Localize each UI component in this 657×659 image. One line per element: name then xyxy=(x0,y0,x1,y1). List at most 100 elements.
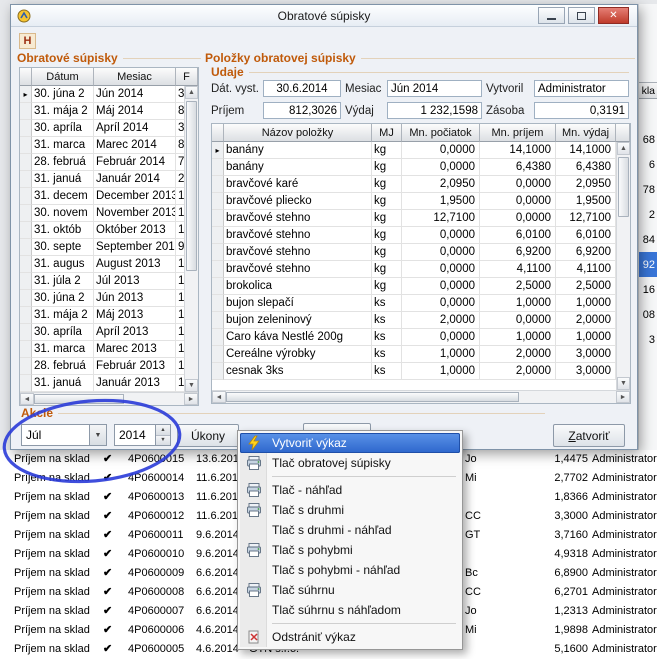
prijem-field[interactable]: 812,3026 xyxy=(263,102,341,119)
column-header-f[interactable]: F xyxy=(176,68,198,86)
scrollbar-thumb[interactable] xyxy=(226,392,519,402)
column-header-nazov[interactable]: Názov položky xyxy=(224,124,372,142)
column-header-mj[interactable]: MJ xyxy=(372,124,402,142)
table-row[interactable]: 31. decem December 2013 1 xyxy=(20,188,198,205)
scrollbar-track[interactable] xyxy=(226,391,616,403)
table-row[interactable]: banány kg 0,0000 6,4380 6,4380 xyxy=(212,159,630,176)
table-row[interactable]: brokolica kg 0,0000 2,5000 2,5000 xyxy=(212,278,630,295)
table-row[interactable]: 30. apríla Apríl 2013 1 xyxy=(20,324,198,341)
scroll-up-icon[interactable]: ▲ xyxy=(617,142,630,155)
printer-icon xyxy=(246,582,262,598)
table-row[interactable]: ▸ banány kg 0,0000 14,1000 14,1000 xyxy=(212,142,630,159)
table-row[interactable]: cesnak 3ks ks 1,0000 2,0000 3,0000 xyxy=(212,363,630,380)
column-header-mesiac[interactable]: Mesiac xyxy=(94,68,176,86)
menu-item-tlac-s-pohybmi[interactable]: Tlač s pohybmi xyxy=(240,540,460,560)
amount-cell: 3,3000 xyxy=(528,507,588,526)
cell-datum: 31. decem xyxy=(32,188,94,205)
scrollbar-track[interactable] xyxy=(34,393,184,405)
column-header-vydaj[interactable]: Mn. výdaj xyxy=(556,124,616,142)
menu-item-tlac-nahlad[interactable]: Tlač - náhľad xyxy=(240,480,460,500)
ukony-button[interactable]: Úkony xyxy=(177,424,239,447)
vertical-scrollbar[interactable]: ▲ ▼ xyxy=(616,142,630,390)
table-row[interactable]: 31. augus August 2013 1 xyxy=(20,256,198,273)
scroll-down-icon[interactable]: ▼ xyxy=(185,379,198,392)
menu-item-tlac-s-druhmi-nahlad[interactable]: Tlač s druhmi - náhľad xyxy=(240,520,460,540)
table-row[interactable]: 31. októb Október 2013 1 xyxy=(20,222,198,239)
vydaj-field[interactable]: 1 232,1598 xyxy=(387,102,482,119)
table-row[interactable]: 31. marca Marec 2013 1 xyxy=(20,341,198,358)
spin-down-icon[interactable]: ▼ xyxy=(156,435,170,446)
menu-item-tlac-suhrnu[interactable]: Tlač súhrnu xyxy=(240,580,460,600)
menu-item-tlac-obratovej-supisky[interactable]: Tlač obratovej súpisky xyxy=(240,453,460,473)
doc-number-cell: 4P0600011 xyxy=(128,526,183,545)
table-row[interactable]: 28. februá Február 2014 7 xyxy=(20,154,198,171)
table-row[interactable]: bravčové karé kg 2,0950 0,0000 2,0950 xyxy=(212,176,630,193)
table-row[interactable]: bravčové stehno kg 0,0000 6,0100 6,0100 xyxy=(212,227,630,244)
scroll-down-icon[interactable]: ▼ xyxy=(617,377,630,390)
menu-item-vytvorit-vykaz[interactable]: Vytvoriť výkaz xyxy=(240,433,460,453)
mesiac-field[interactable]: Jún 2014 xyxy=(387,80,482,97)
table-row[interactable]: Cereálne výrobky ks 1,0000 2,0000 3,0000 xyxy=(212,346,630,363)
h-toolbar-button[interactable]: H xyxy=(19,33,36,49)
menu-item-odstranit-vykaz[interactable]: Odstrániť výkaz xyxy=(240,627,460,647)
chevron-down-icon[interactable]: ▼ xyxy=(89,425,106,445)
scrollbar-thumb[interactable] xyxy=(186,101,197,271)
table-row[interactable]: Caro káva Nestlé 200g ks 0,0000 1,0000 1… xyxy=(212,329,630,346)
column-header-pociatok[interactable]: Mn. počiatok xyxy=(402,124,480,142)
cell-vydaj: 1,9500 xyxy=(556,193,616,210)
menu-item-tlac-s-druhmi[interactable]: Tlač s druhmi xyxy=(240,500,460,520)
cell-prijem: 0,0000 xyxy=(480,312,556,329)
column-header-datum[interactable]: Dátum xyxy=(32,68,94,86)
vytvoril-field[interactable]: Administrator xyxy=(534,80,629,97)
cell-prijem: 14,1000 xyxy=(480,142,556,159)
table-row[interactable]: bravčové stehno kg 0,0000 4,1100 4,1100 xyxy=(212,261,630,278)
scroll-left-icon[interactable]: ◄ xyxy=(212,391,226,403)
table-row[interactable]: ▸ 30. júna 2 Jún 2014 3 xyxy=(20,86,198,103)
scroll-right-icon[interactable]: ► xyxy=(616,391,630,403)
column-header-prijem[interactable]: Mn. príjem xyxy=(480,124,556,142)
udaje-row-2: Príjem 812,3026 Výdaj 1 232,1598 Zásoba … xyxy=(211,101,629,120)
cell-pociatok: 2,0950 xyxy=(402,176,480,193)
scrollbar-thumb[interactable] xyxy=(618,157,629,217)
table-row[interactable]: 30. apríla Apríl 2014 3 xyxy=(20,120,198,137)
horizontal-scrollbar[interactable]: ◄ ► xyxy=(20,392,198,405)
zatvorit-button[interactable]: Zatvoriť xyxy=(553,424,625,447)
title-bar[interactable]: Obratové súpisky ✕ xyxy=(11,5,637,27)
close-button[interactable]: ✕ xyxy=(598,7,629,24)
vertical-scrollbar[interactable]: ▲ ▼ xyxy=(184,86,198,392)
table-row[interactable]: bravčové pliecko kg 1,9500 0,0000 1,9500 xyxy=(212,193,630,210)
table-row[interactable]: bravčové stehno kg 12,7100 0,0000 12,710… xyxy=(212,210,630,227)
remove-report-icon xyxy=(246,629,262,645)
table-row[interactable]: 31. januá Január 2014 2 xyxy=(20,171,198,188)
table-row[interactable]: 30. júna 2 Jún 2013 1 xyxy=(20,290,198,307)
scroll-left-icon[interactable]: ◄ xyxy=(20,393,34,405)
year-spinner[interactable]: 2014 ▲ ▼ xyxy=(114,424,171,446)
menu-item-tlac-s-pohybmi-nahlad[interactable]: Tlač s pohybmi - náhľad xyxy=(240,560,460,580)
table-row[interactable]: 28. februá Február 2013 1 xyxy=(20,358,198,375)
table-row[interactable]: 31. marca Marec 2014 8 xyxy=(20,137,198,154)
scroll-right-icon[interactable]: ► xyxy=(184,393,198,405)
table-row[interactable]: 30. novem November 2013 1 xyxy=(20,205,198,222)
menu-item-tlac-suhrnu-s-nahladom[interactable]: Tlač súhrnu s náhľadom xyxy=(240,600,460,620)
table-row[interactable]: bravčové stehno kg 0,0000 6,9200 6,9200 xyxy=(212,244,630,261)
table-row[interactable]: bujon slepačí ks 0,0000 1,0000 1,0000 xyxy=(212,295,630,312)
table-row[interactable]: 31. mája 2 Máj 2014 8 xyxy=(20,103,198,120)
scrollbar-track[interactable] xyxy=(617,155,630,377)
maximize-button[interactable] xyxy=(568,7,595,24)
cell-mj: ks xyxy=(372,312,402,329)
table-row[interactable]: bujon zeleninový ks 2,0000 0,0000 2,0000 xyxy=(212,312,630,329)
vydaj-label: Výdaj xyxy=(345,105,383,117)
scrollbar-track[interactable] xyxy=(185,99,198,379)
spin-up-icon[interactable]: ▲ xyxy=(156,425,170,435)
zasoba-field[interactable]: 0,3191 xyxy=(534,102,629,119)
scrollbar-thumb[interactable] xyxy=(34,394,124,404)
table-row[interactable]: 31. júla 2 Júl 2013 1 xyxy=(20,273,198,290)
horizontal-scrollbar[interactable]: ◄ ► xyxy=(212,390,630,403)
table-row[interactable]: 30. septe September 2013 9 xyxy=(20,239,198,256)
dat-vyst-field[interactable]: 30.6.2014 xyxy=(263,80,341,97)
minimize-button[interactable] xyxy=(538,7,565,24)
scroll-up-icon[interactable]: ▲ xyxy=(185,86,198,99)
table-row[interactable]: 31. mája 2 Máj 2013 1 xyxy=(20,307,198,324)
table-row[interactable]: 31. januá Január 2013 1 xyxy=(20,375,198,392)
month-combobox[interactable]: Júl ▼ xyxy=(21,424,107,446)
